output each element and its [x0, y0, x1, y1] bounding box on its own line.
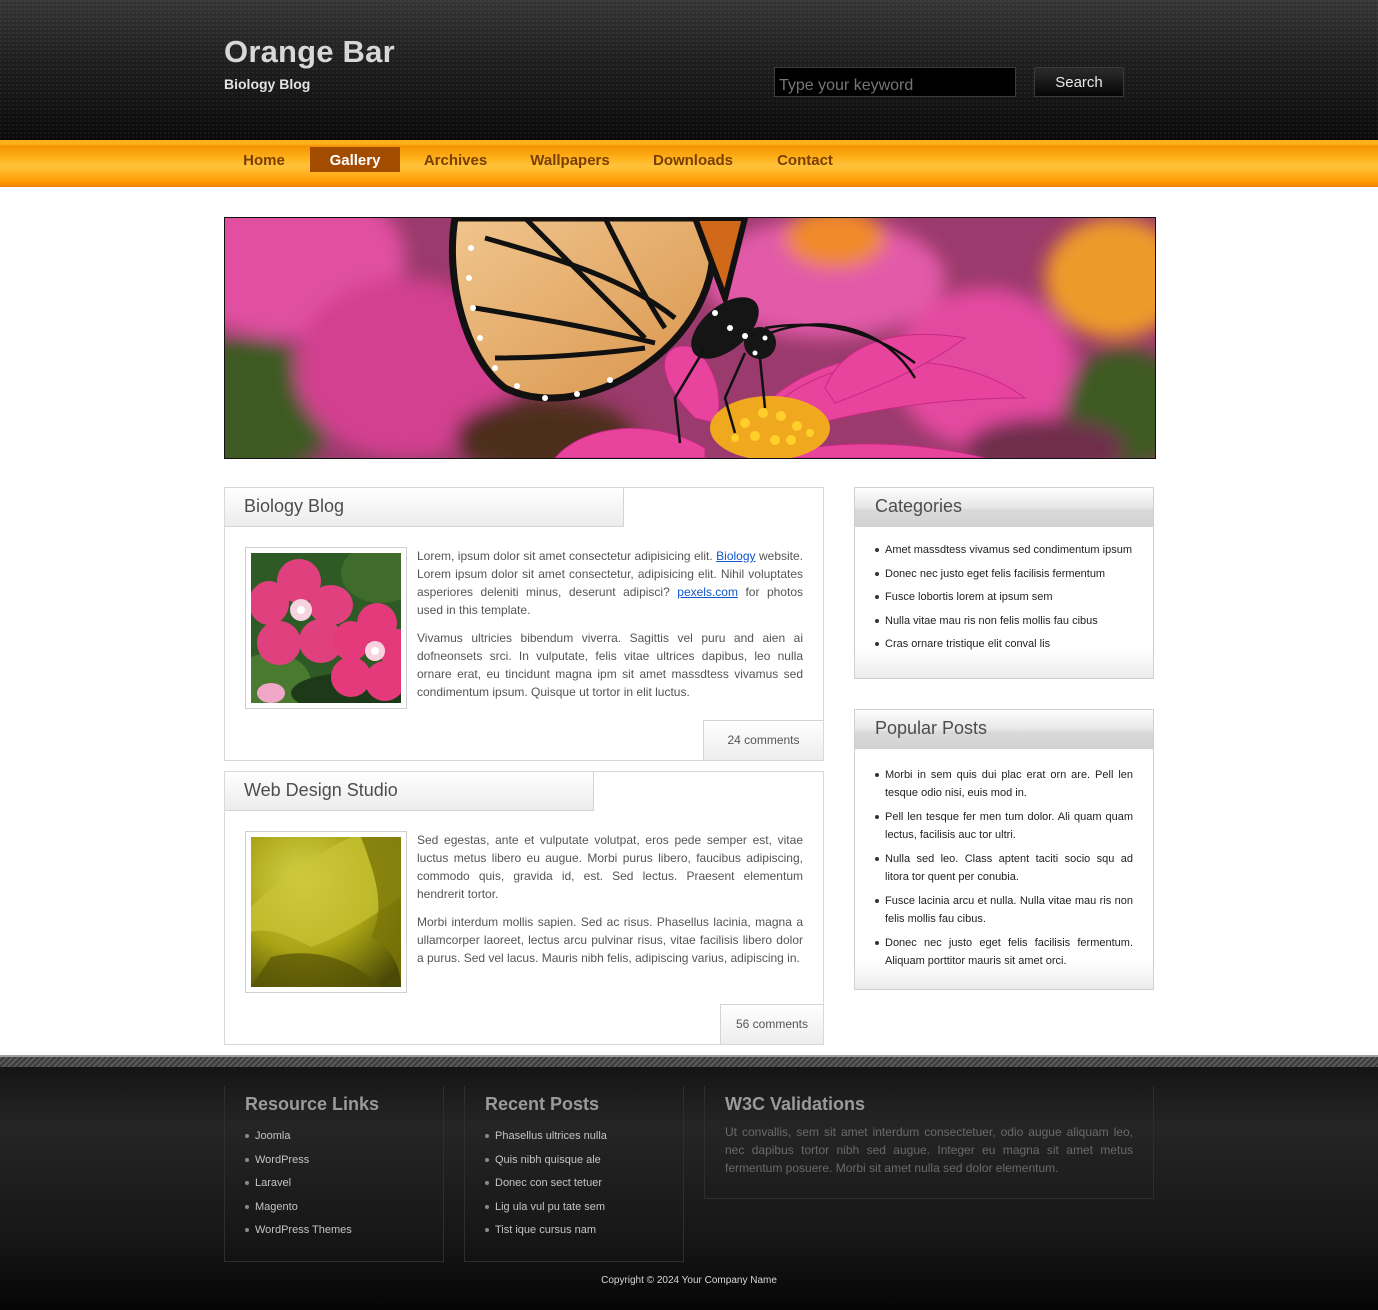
pink-flower-photo: [251, 553, 401, 703]
popular-post-item[interactable]: Pell len tesque fer men tum dolor. Ali q…: [875, 808, 1133, 844]
site-tagline: Biology Blog: [224, 76, 311, 92]
footer-divider: [0, 1055, 1378, 1067]
recent-post-link[interactable]: Tist ique cursus nam: [485, 1222, 607, 1238]
comments-count-link[interactable]: 56 comments: [720, 1004, 823, 1044]
post-card: Web Design Studio Sed egestas, ante et v…: [224, 771, 824, 1045]
recent-posts-list: Phasellus ultrices nulla Quis nibh quisq…: [485, 1128, 607, 1246]
nav-item-downloads[interactable]: Downloads: [640, 147, 746, 172]
post-paragraph: Morbi interdum mollis sapien. Sed ac ris…: [417, 915, 803, 965]
post-text: Lorem, ipsum dolor sit amet consectetur …: [417, 549, 717, 563]
search-input[interactable]: [774, 67, 1016, 97]
post-title[interactable]: Web Design Studio: [244, 780, 398, 801]
post-paragraph: Sed egestas, ante et vulputate volutpat,…: [417, 833, 803, 901]
footer-section-title: Resource Links: [245, 1094, 380, 1114]
popular-posts-widget: Popular Posts Morbi in sem quis dui plac…: [854, 709, 1154, 990]
post-thumbnail[interactable]: [245, 831, 407, 993]
search-button[interactable]: Search: [1034, 67, 1124, 97]
butterfly-flower-illustration: [225, 218, 1155, 458]
post-paragraph: Lorem, ipsum dolor sit amet consectetur …: [417, 547, 803, 619]
footer-section-title: W3C Validations: [725, 1094, 866, 1114]
category-item[interactable]: Cras ornare tristique elit conval lis: [875, 635, 1133, 653]
post-card: Biology Blog Lorem, ipsum dolor sit amet…: [224, 487, 824, 761]
category-list: Amet massdtess vivamus sed condimentum i…: [855, 527, 1153, 653]
copyright-text: Copyright © 2024 Your Company Name: [601, 1275, 777, 1286]
category-item[interactable]: Nulla vitae mau ris non felis mollis fau…: [875, 612, 1133, 630]
post-body: Lorem, ipsum dolor sit amet consectetur …: [417, 547, 803, 711]
yellow-petal-photo: [251, 837, 401, 987]
widget-title: Categories: [875, 496, 963, 516]
banner-image: [224, 217, 1156, 459]
widget-title: Popular Posts: [875, 718, 988, 738]
comments-count-link[interactable]: 24 comments: [703, 720, 823, 760]
site-header: Orange Bar Biology Blog Search: [0, 0, 1378, 140]
post-title-tab: Biology Blog: [225, 488, 624, 527]
recent-posts-box: Recent Posts Phasellus ultrices nulla Qu…: [464, 1086, 684, 1262]
recent-post-link[interactable]: Phasellus ultrices nulla: [485, 1128, 607, 1144]
popular-post-item[interactable]: Fusce lacinia arcu et nulla. Nulla vitae…: [875, 892, 1133, 928]
resource-link[interactable]: Magento: [245, 1199, 352, 1215]
nav-item-home[interactable]: Home: [224, 147, 304, 172]
nav-item-wallpapers[interactable]: Wallpapers: [515, 147, 625, 172]
popular-post-item[interactable]: Nulla sed leo. Class aptent taciti socio…: [875, 850, 1133, 886]
widget-footer: [855, 650, 1153, 678]
w3c-text: Ut convallis, sem sit amet interdum cons…: [725, 1125, 1133, 1175]
recent-post-link[interactable]: Lig ula vul pu tate sem: [485, 1199, 607, 1215]
popular-posts-list: Morbi in sem quis dui plac erat orn are.…: [855, 749, 1153, 970]
nav-item-archives[interactable]: Archives: [410, 147, 501, 172]
post-thumbnail[interactable]: [245, 547, 407, 709]
popular-post-item[interactable]: Morbi in sem quis dui plac erat orn are.…: [875, 766, 1133, 802]
post-paragraph: Vivamus ultricies bibendum viverra. Sagi…: [417, 631, 803, 699]
post-title-tab: Web Design Studio: [225, 772, 594, 811]
resource-link[interactable]: Joomla: [245, 1128, 352, 1144]
post-title[interactable]: Biology Blog: [244, 496, 344, 517]
site-title[interactable]: Orange Bar: [224, 34, 395, 70]
biology-link[interactable]: Biology: [716, 549, 755, 563]
resource-link[interactable]: WordPress: [245, 1152, 352, 1168]
pexels-link[interactable]: pexels.com: [677, 585, 738, 599]
post-body: Sed egestas, ante et vulputate volutpat,…: [417, 831, 803, 977]
categories-widget: Categories Amet massdtess vivamus sed co…: [854, 487, 1154, 679]
footer-section-title: Recent Posts: [485, 1094, 600, 1114]
category-item[interactable]: Fusce lobortis lorem at ipsum sem: [875, 588, 1133, 606]
nav-item-gallery[interactable]: Gallery: [310, 147, 400, 172]
recent-post-link[interactable]: Quis nibh quisque ale: [485, 1152, 607, 1168]
resource-links-box: Resource Links Joomla WordPress Laravel …: [224, 1086, 444, 1262]
popular-post-item[interactable]: Donec nec justo eget felis facilisis fer…: [875, 934, 1133, 970]
w3c-validations-box: W3C Validations Ut convallis, sem sit am…: [704, 1086, 1154, 1199]
widget-header: Popular Posts: [855, 710, 1153, 749]
resource-link[interactable]: Laravel: [245, 1175, 352, 1191]
nav-item-contact[interactable]: Contact: [762, 147, 848, 172]
resource-link[interactable]: WordPress Themes: [245, 1222, 352, 1238]
widget-header: Categories: [855, 488, 1153, 527]
category-item[interactable]: Donec nec justo eget felis facilisis fer…: [875, 565, 1133, 583]
category-item[interactable]: Amet massdtess vivamus sed condimentum i…: [875, 541, 1133, 559]
site-footer: [0, 1067, 1378, 1310]
resource-links-list: Joomla WordPress Laravel Magento WordPre…: [245, 1128, 352, 1246]
recent-post-link[interactable]: Donec con sect tetuer: [485, 1175, 607, 1191]
